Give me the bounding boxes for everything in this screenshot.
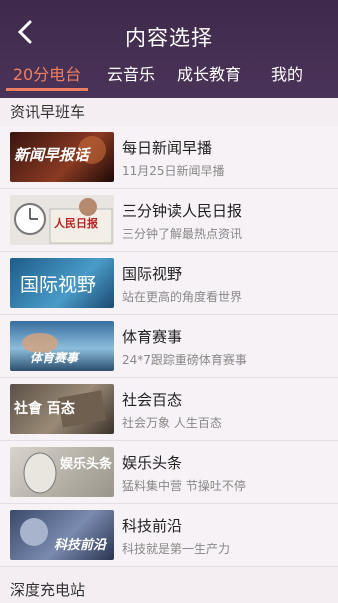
thumbnail-entertainment: 娱乐头条: [10, 447, 114, 497]
tab-cloud-music[interactable]: 云音乐: [96, 62, 166, 92]
item-subtitle: 社会万象 人生百态: [122, 416, 222, 430]
program-list: 新闻早报话 每日新闻早播 11月25日新闻早播 人民日报 三分钟读人民日报 三分…: [0, 126, 338, 567]
tab-mine[interactable]: 我的: [256, 62, 318, 92]
section-header-deep-charge: 深度充电站: [0, 577, 338, 600]
item-title: 每日新闻早播: [122, 139, 213, 157]
item-title: 国际视野: [122, 265, 183, 283]
thumbnail-sports: 体育赛事: [10, 321, 114, 371]
thumbnail-text: 体育赛事: [30, 351, 79, 365]
item-subtitle: 科技就是第一生产力: [122, 542, 231, 556]
item-title: 体育赛事: [122, 328, 183, 346]
item-subtitle: 三分钟了解最热点资讯: [122, 227, 243, 241]
section-header-news: 资讯早班车: [0, 98, 338, 126]
list-item[interactable]: 科技前沿 科技前沿 科技就是第一生产力: [0, 504, 338, 567]
thumbnail-text: 娱乐头条: [60, 457, 113, 472]
list-item[interactable]: 体育赛事 体育赛事 24*7跟踪重磅体育赛事: [0, 315, 338, 378]
thumbnail-society: 社會 百态: [10, 384, 114, 434]
item-title: 科技前沿: [122, 517, 183, 535]
thumbnail-text: 国际视野: [20, 274, 97, 296]
thumbnail-text: 科技前沿: [54, 538, 107, 553]
thumbnail-text: 社會 百态: [14, 401, 75, 417]
list-item[interactable]: 娱乐头条 娱乐头条 猛料集中营 节操吐不停: [0, 441, 338, 504]
list-item[interactable]: 社會 百态 社会百态 社会万象 人生百态: [0, 378, 338, 441]
item-subtitle: 11月25日新闻早播: [122, 164, 225, 178]
header-bar: 内容选择 20分电台 云音乐 成长教育 我的: [0, 0, 338, 98]
item-subtitle: 站在更高的角度看世界: [122, 290, 243, 304]
thumbnail-text: 新闻早报话: [14, 146, 90, 164]
active-tab-indicator: [6, 88, 88, 91]
tab-growth-education[interactable]: 成长教育: [168, 62, 250, 92]
item-title: 社会百态: [122, 391, 183, 409]
thumbnail-news-morning: 新闻早报话: [10, 132, 114, 182]
thumbnail-peoples-daily: 人民日报: [10, 195, 114, 245]
item-title: 娱乐头条: [122, 454, 183, 472]
list-item[interactable]: 人民日报 三分钟读人民日报 三分钟了解最热点资讯: [0, 189, 338, 252]
thumbnail-technology: 科技前沿: [10, 510, 114, 560]
item-subtitle: 24*7跟踪重磅体育赛事: [122, 353, 247, 367]
thumbnail-international: 国际视野: [10, 258, 114, 308]
item-subtitle: 猛料集中营 节操吐不停: [122, 479, 246, 493]
page-title: 内容选择: [125, 26, 213, 50]
item-title: 三分钟读人民日报: [122, 202, 243, 220]
list-item[interactable]: 新闻早报话 每日新闻早播 11月25日新闻早播: [0, 126, 338, 189]
list-item[interactable]: 国际视野 国际视野 站在更高的角度看世界: [0, 252, 338, 315]
thumbnail-text: 人民日报: [54, 217, 98, 230]
